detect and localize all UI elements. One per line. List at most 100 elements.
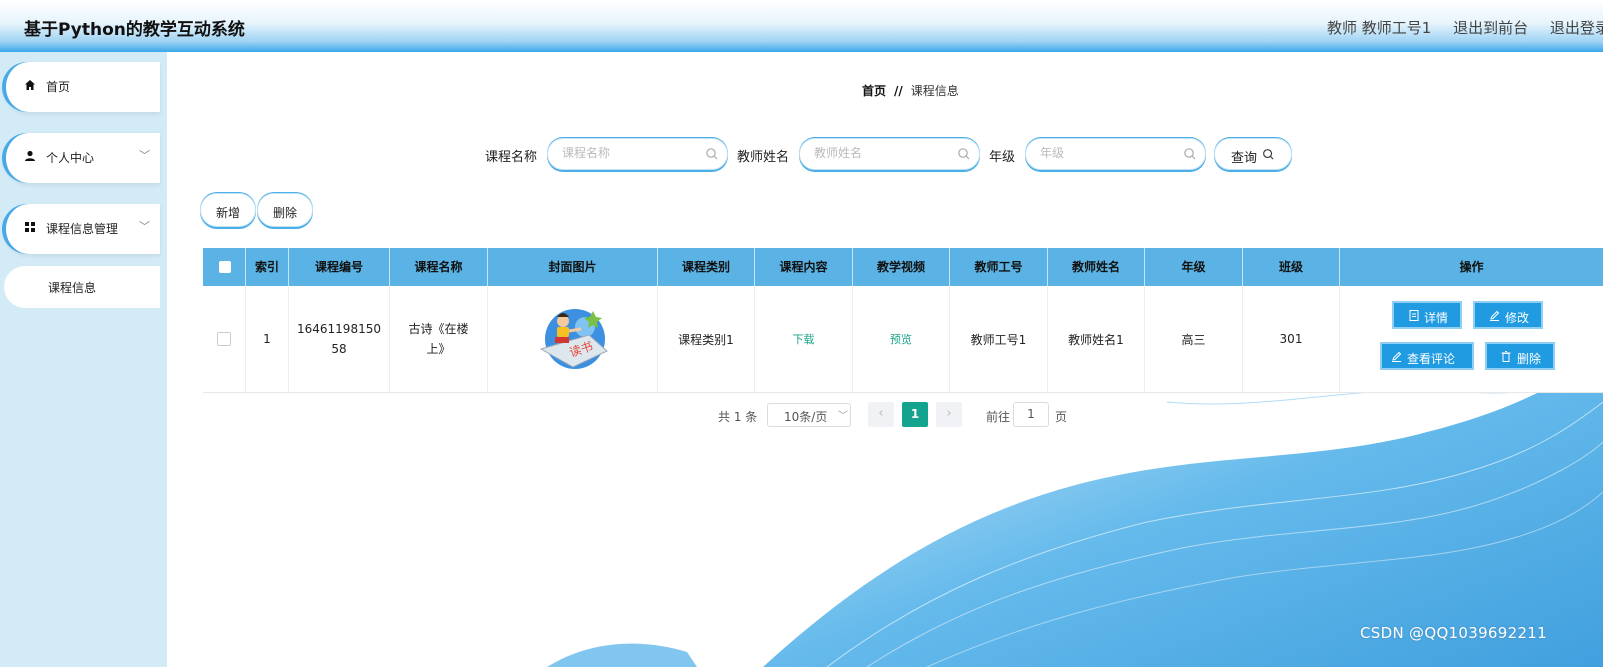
top-right-nav: 教师 教师工号1 退出到前台 退出登录 (1327, 17, 1603, 38)
sidebar-item-label: 个人中心 (46, 151, 95, 165)
grade-input[interactable] (1038, 145, 1172, 161)
cover-image[interactable]: 读书 (533, 301, 613, 377)
app-title: 基于Python的教学互动系统 (24, 20, 245, 40)
select-all-cell (203, 248, 246, 286)
column-header: 班级 (1243, 248, 1340, 286)
total-count: 共 1 条 (718, 410, 758, 424)
add-button[interactable]: 新增 (200, 193, 256, 227)
sidebar-item-personal-center[interactable]: 个人中心 ﹀ (4, 133, 160, 183)
cell-content: 下载 (755, 286, 853, 392)
table-header: 索引 课程编号 课程名称 封面图片 课程类别 课程内容 教学视频 教师工号 教师… (203, 248, 1603, 286)
row-checkbox[interactable] (217, 332, 231, 346)
cell-index: 1 (246, 286, 289, 392)
home-icon (25, 80, 35, 90)
teacher-name-input[interactable] (812, 145, 946, 161)
search-icon (706, 148, 718, 160)
search-icon (1263, 149, 1274, 160)
front-link[interactable]: 退出到前台 (1453, 19, 1528, 37)
row-select-cell (203, 286, 246, 392)
trash-icon (1501, 351, 1511, 362)
cell-cover-image: 读书 (488, 286, 658, 392)
cell-category: 课程类别1 (658, 286, 755, 392)
page-suffix: 页 (1055, 410, 1068, 424)
sidebar-item-course-management[interactable]: 课程信息管理 ﹀ (4, 204, 160, 254)
edit-button-label: 修改 (1505, 311, 1530, 325)
current-page[interactable]: 1 (902, 402, 928, 427)
edit-icon (1392, 351, 1402, 362)
teacher-name-search[interactable] (799, 138, 980, 170)
view-comments-button-label: 查看评论 (1407, 352, 1456, 366)
prev-page-button[interactable]: ‹ (868, 402, 894, 427)
download-link[interactable]: 下载 (793, 331, 815, 347)
logout-link[interactable]: 退出登录 (1550, 19, 1603, 37)
next-page-button[interactable]: › (936, 402, 962, 427)
course-name-line: 上》 (426, 342, 451, 356)
course-name-label: 课程名称 (485, 150, 538, 165)
document-icon (1409, 310, 1419, 321)
column-header: 操作 (1459, 260, 1484, 274)
column-header: 课程内容 (755, 248, 853, 286)
sidebar-item-home[interactable]: 首页 (4, 62, 160, 112)
detail-button[interactable]: 详情 (1392, 301, 1462, 329)
delete-button[interactable]: 删除 (1485, 342, 1555, 370)
breadcrumb: 首页 // 课程信息 (862, 82, 959, 99)
breadcrumb-separator: // (894, 84, 903, 98)
cell-operations: 详情 修改 查看评论 删除 (1340, 286, 1603, 392)
query-button-label: 查询 (1231, 151, 1258, 166)
grade-search[interactable] (1025, 138, 1206, 170)
breadcrumb-current: 课程信息 (910, 84, 959, 98)
column-header: 教师工号 (950, 248, 1048, 286)
preview-link[interactable]: 预览 (890, 331, 912, 347)
chevron-right-icon: › (946, 406, 952, 421)
search-icon (958, 148, 970, 160)
column-header: 教师姓名 (1048, 248, 1145, 286)
sidebar-item-label: 首页 (46, 80, 71, 94)
main-content: 首页 // 课程信息 课程名称 教师姓名 年级 查询 新增 删除 索引 课程编号 课… (167, 52, 1603, 667)
column-header: 课程编号 (289, 248, 390, 286)
chevron-down-icon: ﹀ (838, 411, 848, 422)
breadcrumb-home[interactable]: 首页 (862, 84, 886, 98)
course-id-line: 58 (331, 342, 347, 356)
current-user: 教师 教师工号1 (1327, 19, 1432, 37)
sidebar-subitem-label: 课程信息 (48, 281, 97, 295)
cell-course-name: 古诗《在楼 上》 (390, 286, 488, 392)
sidebar-subitem-course-info[interactable]: 课程信息 (4, 266, 160, 308)
column-header: 教学视频 (853, 248, 950, 286)
column-header: 课程名称 (390, 248, 488, 286)
cell-video: 预览 (853, 286, 950, 392)
chevron-down-icon: ﹀ (139, 220, 150, 233)
delete-button-label: 删除 (1517, 352, 1542, 366)
chevron-left-icon: ‹ (878, 406, 884, 421)
page-size-select[interactable]: 10条/页 ﹀ (767, 403, 851, 427)
cell-course-id: 16461198150 58 (289, 286, 390, 392)
watermark: CSDN @QQ1039692211 (1360, 624, 1547, 642)
edit-button[interactable]: 修改 (1473, 301, 1543, 329)
cell-teacher-name: 教师姓名1 (1048, 286, 1145, 392)
detail-button-label: 详情 (1424, 311, 1449, 325)
column-header: 封面图片 (488, 248, 658, 286)
grid-icon (25, 222, 35, 232)
column-header: 课程类别 (658, 248, 755, 286)
cell-grade: 高三 (1145, 286, 1243, 392)
course-name-search[interactable] (547, 138, 728, 170)
cell-class: 301 (1243, 286, 1340, 392)
query-button[interactable]: 查询 (1214, 138, 1292, 170)
goto-page-input[interactable]: 1 (1013, 402, 1049, 427)
top-bar: 基于Python的教学互动系统 教师 教师工号1 退出到前台 退出登录 (0, 0, 1603, 52)
user-icon (25, 150, 35, 161)
select-all-checkbox[interactable] (219, 261, 231, 273)
course-id-line: 16461198150 (297, 322, 381, 336)
teacher-name-label: 教师姓名 (737, 150, 790, 165)
column-header: 年级 (1145, 248, 1243, 286)
edit-icon (1490, 310, 1500, 321)
goto-label: 前往 (986, 410, 1011, 424)
batch-delete-button-label: 删除 (273, 206, 298, 220)
grade-label: 年级 (989, 150, 1016, 165)
page-size-value: 10条/页 (784, 410, 828, 424)
batch-delete-button[interactable]: 删除 (257, 193, 313, 227)
chevron-down-icon: ﹀ (139, 149, 150, 162)
view-comments-button[interactable]: 查看评论 (1380, 342, 1474, 370)
course-name-line: 古诗《在楼 (408, 322, 469, 336)
cell-teacher-id: 教师工号1 (950, 286, 1048, 392)
course-name-input[interactable] (560, 145, 694, 161)
